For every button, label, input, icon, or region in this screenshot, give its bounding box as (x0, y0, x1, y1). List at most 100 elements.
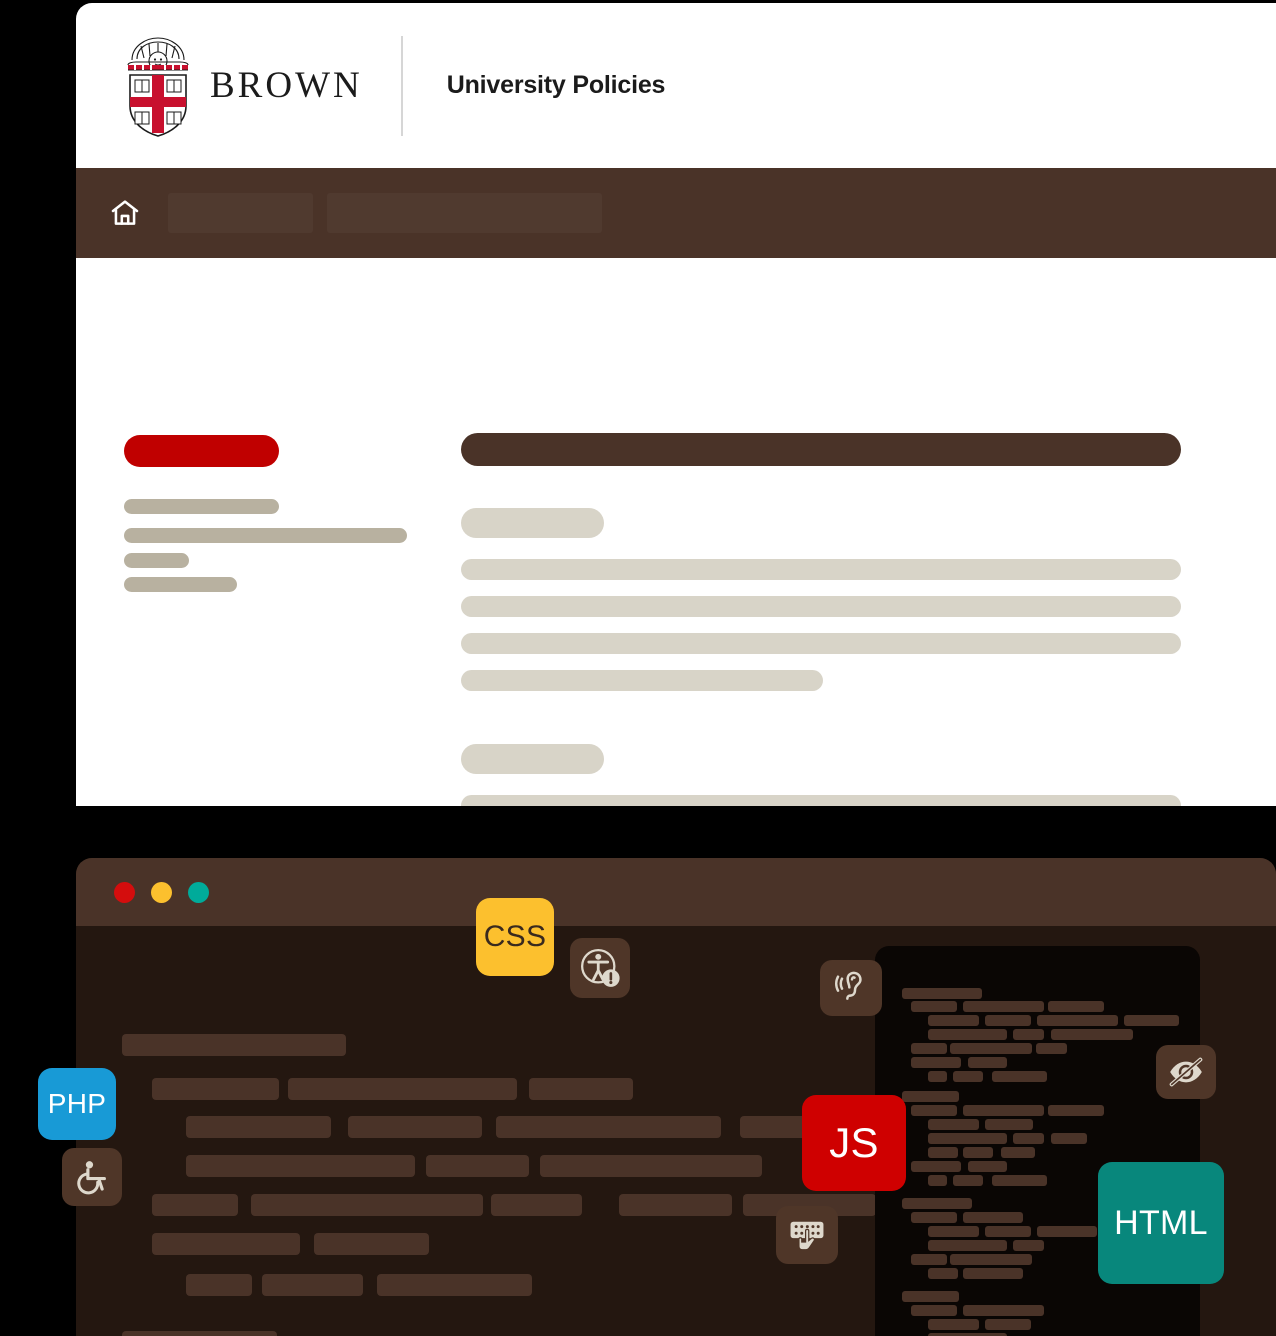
code-line (122, 1331, 277, 1336)
panel-code-line (1036, 1043, 1067, 1054)
panel-code-line (928, 1015, 979, 1026)
code-line (152, 1194, 238, 1216)
content-heading-placeholder (461, 744, 604, 774)
panel-code-line (953, 1071, 983, 1082)
action-button-placeholder[interactable] (124, 435, 279, 467)
badge-html[interactable]: HTML (1098, 1162, 1224, 1284)
site-title: University Policies (446, 71, 666, 99)
code-line (348, 1116, 482, 1138)
panel-code-line (911, 1254, 947, 1265)
hearing-icon (831, 968, 871, 1008)
panel-code-line (902, 1198, 972, 1209)
badge-css[interactable]: CSS (476, 898, 554, 976)
panel-code-line (928, 1319, 979, 1330)
site-header: BROWN University Policies (76, 3, 1276, 168)
code-line (186, 1116, 331, 1138)
hearing-chip[interactable] (820, 960, 882, 1016)
panel-code-line (1051, 1133, 1087, 1144)
close-button[interactable] (114, 881, 135, 903)
panel-code-line (902, 988, 982, 999)
panel-code-line (928, 1240, 1007, 1251)
content-line (461, 633, 1181, 654)
code-line (529, 1078, 633, 1100)
panel-code-line (1051, 1029, 1133, 1040)
badge-css-label: CSS (483, 920, 547, 953)
low-vision-chip[interactable] (1156, 1045, 1216, 1099)
panel-code-line (928, 1175, 947, 1186)
wheelchair-chip[interactable] (62, 1148, 122, 1206)
screenshot-stage: BROWN University Policies CSS PHP JS HTM… (0, 0, 1276, 1336)
panel-code-line (963, 1212, 1023, 1223)
minimize-button[interactable] (151, 881, 172, 903)
sidebar-line (124, 577, 237, 592)
panel-code-line (911, 1057, 961, 1068)
panel-code-line (928, 1071, 947, 1082)
website-preview-card: BROWN University Policies (76, 3, 1276, 806)
universal-access-chip[interactable] (570, 938, 630, 998)
code-line (426, 1155, 529, 1177)
panel-code-line (953, 1175, 983, 1186)
home-icon[interactable] (109, 197, 141, 229)
brown-wordmark: BROWN (210, 65, 363, 106)
panel-code-line (1037, 1015, 1118, 1026)
universal-access-warning-icon (579, 947, 621, 989)
badge-php[interactable]: PHP (38, 1068, 116, 1140)
content-line (461, 670, 823, 691)
content-line (461, 795, 1181, 806)
panel-code-line (963, 1268, 1023, 1279)
panel-code-line (1013, 1133, 1044, 1144)
panel-code-line (985, 1119, 1033, 1130)
panel-code-line (911, 1161, 961, 1172)
code-line (496, 1116, 721, 1138)
panel-code-line (928, 1133, 1007, 1144)
panel-code-line (1013, 1240, 1044, 1251)
panel-code-line (963, 1305, 1044, 1316)
badge-js[interactable]: JS (802, 1095, 906, 1191)
badge-js-label: JS (829, 1119, 879, 1166)
content-heading-placeholder (461, 508, 604, 538)
code-line (152, 1078, 279, 1100)
code-line (540, 1155, 762, 1177)
panel-code-line (1124, 1015, 1179, 1026)
code-line (491, 1194, 582, 1216)
panel-code-line (911, 1105, 957, 1116)
header-divider (400, 35, 403, 136)
nav-item-placeholder-2[interactable] (327, 193, 602, 233)
code-line (619, 1194, 732, 1216)
panel-code-line (963, 1105, 1044, 1116)
panel-code-line (992, 1175, 1047, 1186)
code-line (251, 1194, 483, 1216)
panel-code-line (1037, 1226, 1097, 1237)
panel-code-line (950, 1254, 1032, 1265)
panel-code-line (911, 1305, 957, 1316)
eye-slash-icon (1166, 1052, 1206, 1092)
code-editor-window (76, 858, 1276, 1336)
panel-code-line (1048, 1105, 1104, 1116)
panel-code-line (1048, 1001, 1104, 1012)
panel-code-line (963, 1001, 1044, 1012)
badge-php-label: PHP (47, 1088, 107, 1119)
panel-code-line (985, 1319, 1031, 1330)
editor-titlebar (76, 858, 1276, 926)
panel-code-line (911, 1043, 947, 1054)
sidebar-line (124, 553, 189, 568)
code-line (314, 1233, 429, 1255)
page-content-skeleton (76, 258, 1276, 806)
panel-code-line (928, 1268, 958, 1279)
page-title-placeholder (461, 433, 1181, 466)
brown-logo[interactable]: BROWN (120, 34, 363, 138)
panel-code-line (950, 1043, 1032, 1054)
code-line (152, 1233, 300, 1255)
panel-code-line (968, 1161, 1007, 1172)
content-line (461, 596, 1181, 617)
keyboard-navigation-chip[interactable] (776, 1206, 838, 1264)
panel-code-line (985, 1226, 1031, 1237)
maximize-button[interactable] (188, 881, 209, 903)
nav-item-placeholder-1[interactable] (168, 193, 313, 233)
panel-code-line (992, 1071, 1047, 1082)
panel-code-line (902, 1291, 959, 1302)
code-line (377, 1274, 532, 1296)
panel-code-line (985, 1015, 1031, 1026)
content-line (461, 559, 1181, 580)
panel-code-line (1001, 1147, 1035, 1158)
